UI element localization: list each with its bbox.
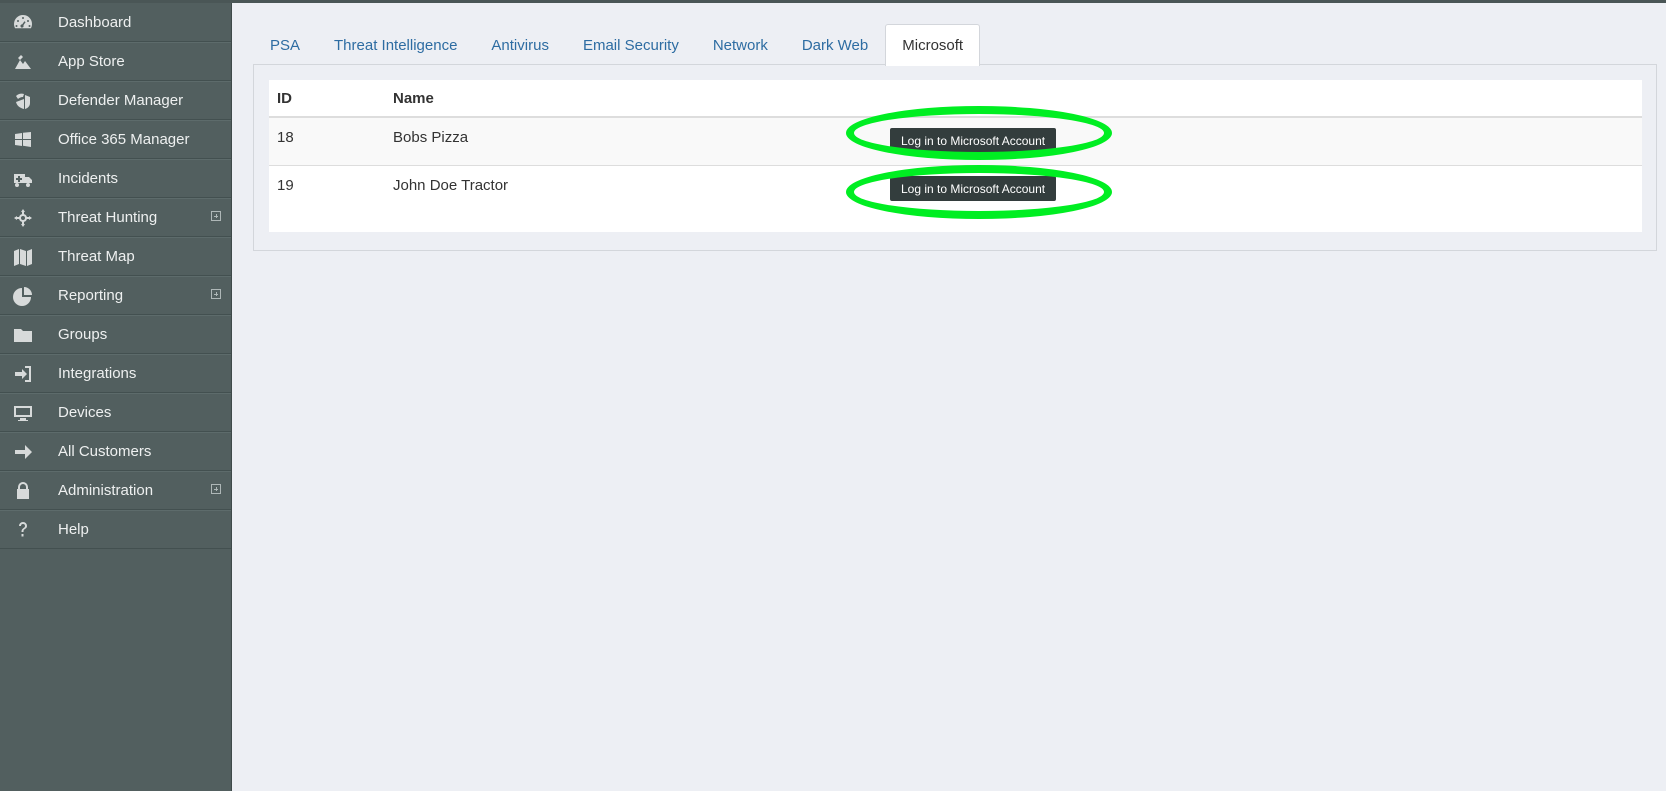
expand-plus-icon[interactable]	[211, 211, 221, 221]
cell-name: John Doe Tractor	[393, 177, 509, 194]
cell-id: 19	[277, 177, 294, 194]
folder-icon	[12, 324, 34, 346]
sign-in-icon	[12, 363, 34, 385]
sidebar-item-incidents[interactable]: Incidents	[0, 159, 231, 198]
table-header: ID Name	[269, 80, 1642, 118]
column-header-name: Name	[393, 89, 434, 107]
sidebar-item-reporting[interactable]: Reporting	[0, 276, 231, 315]
sidebar-item-label: Administration	[58, 482, 154, 499]
sidebar-item-label: Integrations	[58, 365, 137, 382]
sidebar-item-label: Devices	[58, 404, 112, 421]
table-row: 19 John Doe Tractor Log in to Microsoft …	[269, 166, 1642, 232]
tab-email-security[interactable]: Email Security	[566, 24, 696, 65]
tab-network[interactable]: Network	[696, 24, 785, 65]
tab-microsoft[interactable]: Microsoft	[885, 24, 981, 66]
cell-id: 18	[277, 129, 294, 146]
sidebar-item-integrations[interactable]: Integrations	[0, 354, 231, 393]
sidebar-item-label: Threat Map	[58, 248, 135, 265]
tab-antivirus[interactable]: Antivirus	[474, 24, 566, 65]
sidebar-item-administration[interactable]: Administration	[0, 471, 231, 510]
sidebar-item-help[interactable]: Help	[0, 510, 231, 549]
expand-plus-icon[interactable]	[211, 289, 221, 299]
tab-psa[interactable]: PSA	[253, 24, 317, 65]
sidebar-item-defender-manager[interactable]: Defender Manager	[0, 81, 231, 120]
sidebar-item-label: Defender Manager	[58, 92, 184, 109]
sidebar: Dashboard App Store Defender Manager Off…	[0, 3, 232, 791]
map-icon	[12, 246, 34, 268]
sidebar-item-dashboard[interactable]: Dashboard	[0, 3, 231, 42]
sidebar-item-label: Incidents	[58, 170, 119, 187]
sidebar-item-label: Reporting	[58, 287, 124, 304]
lock-icon	[12, 480, 34, 502]
dashboard-icon	[12, 11, 34, 33]
integration-tabs: PSA Threat Intelligence Antivirus Email …	[253, 23, 981, 66]
arrow-right-icon	[12, 441, 34, 463]
cell-name: Bobs Pizza	[393, 129, 469, 146]
sidebar-item-threat-hunting[interactable]: Threat Hunting	[0, 198, 231, 237]
table-row: 18 Bobs Pizza Log in to Microsoft Accoun…	[269, 118, 1642, 166]
sidebar-item-groups[interactable]: Groups	[0, 315, 231, 354]
tab-dark-web[interactable]: Dark Web	[785, 24, 885, 65]
windows-icon	[12, 129, 34, 151]
tab-threat-intelligence[interactable]: Threat Intelligence	[317, 24, 474, 65]
sidebar-item-label: Groups	[58, 326, 108, 343]
crosshair-icon	[12, 207, 34, 229]
ambulance-icon	[12, 168, 34, 190]
sidebar-item-devices[interactable]: Devices	[0, 393, 231, 432]
sidebar-item-label: All Customers	[58, 443, 152, 460]
defender-icon	[12, 90, 34, 112]
sidebar-item-label: Help	[58, 521, 89, 538]
column-header-id: ID	[277, 89, 292, 107]
microsoft-login-button[interactable]: Log in to Microsoft Account	[890, 176, 1057, 201]
question-icon	[12, 519, 34, 541]
sidebar-item-label: Dashboard	[58, 13, 132, 31]
main-content: PSA Threat Intelligence Antivirus Email …	[233, 3, 1666, 791]
sidebar-item-app-store[interactable]: App Store	[0, 42, 231, 81]
sidebar-item-label: Office 365 Manager	[58, 131, 190, 148]
microsoft-tab-panel: ID Name 18 Bobs Pizza Log in to Microsof…	[253, 64, 1657, 251]
expand-plus-icon[interactable]	[211, 484, 221, 494]
pie-chart-icon	[12, 285, 34, 307]
sidebar-item-office-365-manager[interactable]: Office 365 Manager	[0, 120, 231, 159]
microsoft-login-button[interactable]: Log in to Microsoft Account	[890, 128, 1057, 153]
sidebar-item-label: App Store	[58, 53, 125, 70]
sidebar-item-threat-map[interactable]: Threat Map	[0, 237, 231, 276]
app-store-icon	[12, 51, 34, 73]
sidebar-item-all-customers[interactable]: All Customers	[0, 432, 231, 471]
customers-table: ID Name 18 Bobs Pizza Log in to Microsof…	[269, 80, 1642, 232]
monitor-icon	[12, 402, 34, 424]
sidebar-item-label: Threat Hunting	[58, 209, 158, 226]
